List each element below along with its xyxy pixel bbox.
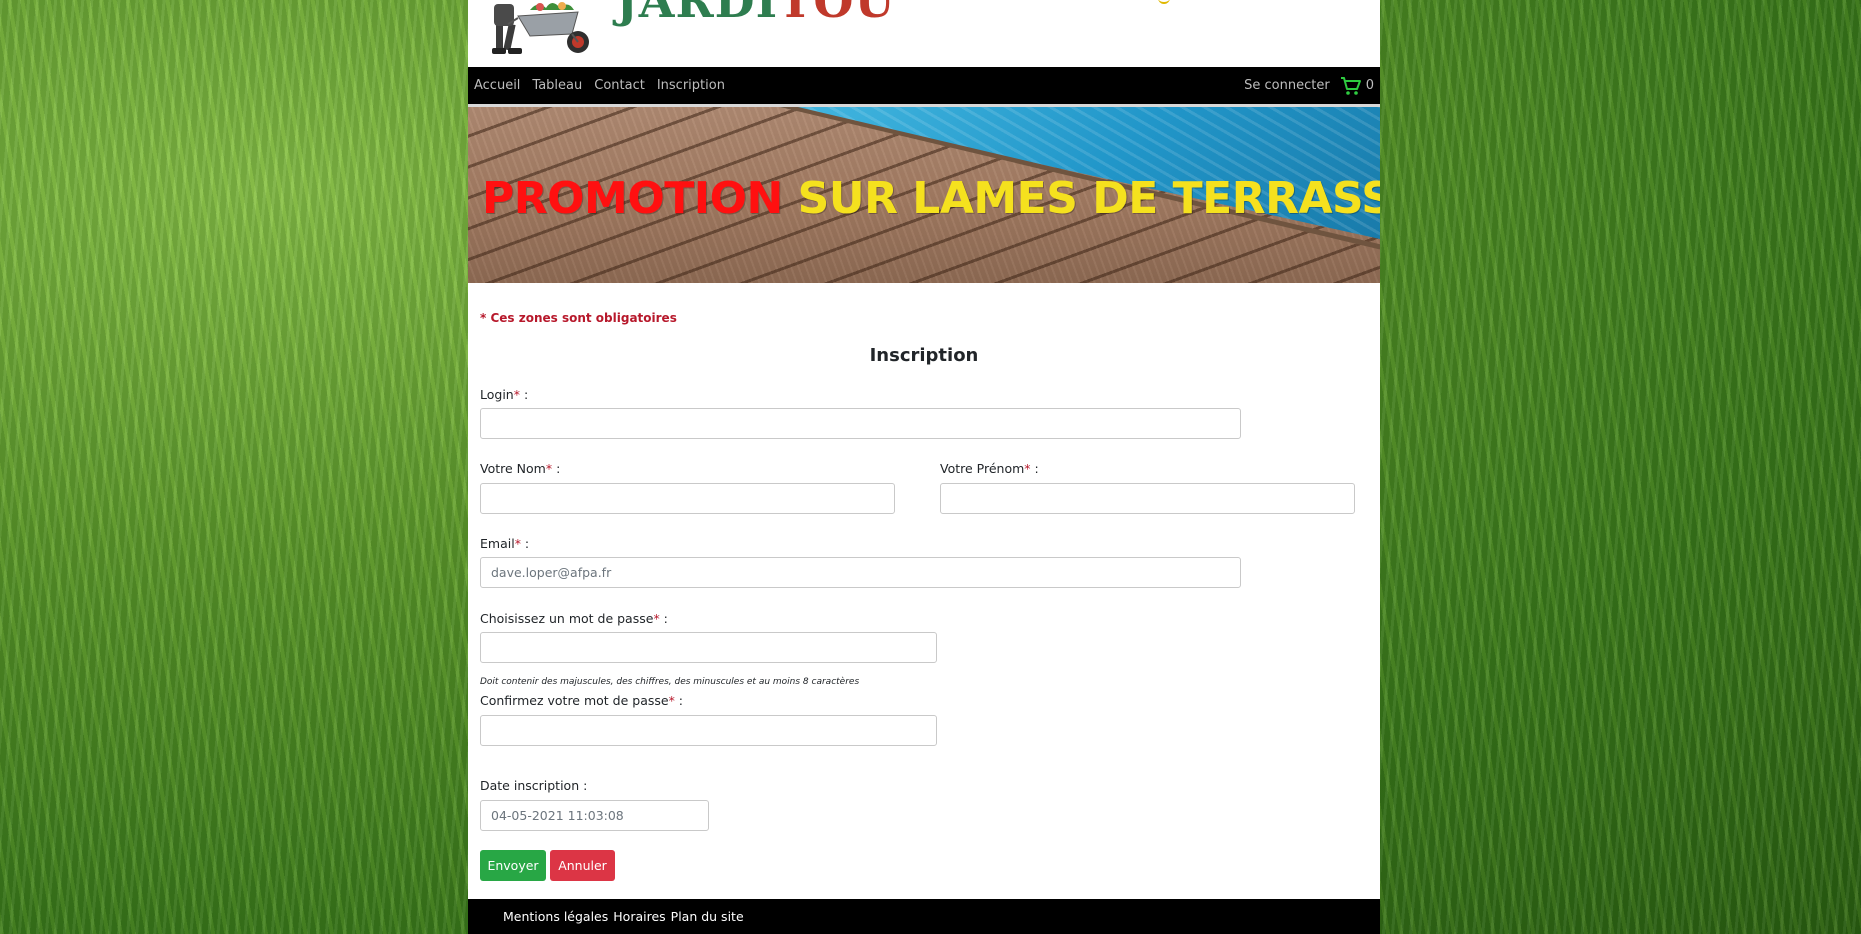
brand-name-part1: JARDI	[616, 0, 779, 28]
footer-link-horaires[interactable]: Horaires	[613, 909, 665, 924]
nav-right: Se connecter 0	[1244, 76, 1374, 96]
banner-title-lames: SUR LAMES DE TERRASSE	[797, 173, 1380, 224]
nav-link-tableau[interactable]: Tableau	[532, 78, 582, 93]
prenom-input[interactable]	[940, 483, 1355, 514]
password-input[interactable]	[480, 632, 937, 663]
nav-link-accueil[interactable]: Accueil	[474, 78, 520, 93]
date-label: Date inscription :	[480, 778, 588, 793]
submit-button[interactable]: Envoyer	[480, 850, 546, 881]
cart-count: 0	[1365, 78, 1374, 93]
login-link[interactable]: Se connecter	[1244, 78, 1330, 93]
required-note: * Ces zones sont obligatoires	[480, 311, 677, 325]
gardener-wheelbarrow-logo[interactable]	[478, 0, 598, 64]
login-input[interactable]	[480, 408, 1241, 439]
page-wrapper: JARDITOU Accueil Tableau Contact Inscrip…	[468, 0, 1380, 934]
banner-title: PROMOTION SUR LAMES DE TERRASSE	[482, 173, 1380, 225]
cart-button[interactable]: 0	[1340, 76, 1374, 96]
confirm-password-input[interactable]	[480, 715, 937, 746]
registration-form: * Ces zones sont obligatoires Inscriptio…	[468, 283, 1380, 899]
nom-label: Votre Nom* :	[480, 461, 561, 476]
main-navbar: Accueil Tableau Contact Inscription Se c…	[468, 67, 1380, 107]
password-hint: Doit contenir des majuscules, des chiffr…	[480, 677, 860, 687]
nav-link-contact[interactable]: Contact	[594, 78, 645, 93]
nav-links: Accueil Tableau Contact Inscription	[474, 78, 725, 93]
header-decoration	[1158, 0, 1170, 4]
nom-input[interactable]	[480, 483, 895, 514]
site-header: JARDITOU	[468, 0, 1380, 67]
form-title: Inscription	[869, 345, 979, 366]
email-input[interactable]: dave.loper@afpa.fr	[480, 557, 1241, 588]
banner-title-promotion: PROMOTION	[482, 173, 783, 224]
site-footer: Mentions légales Horaires Plan du site	[468, 899, 1380, 934]
brand-name-part2: TOU	[778, 0, 896, 28]
email-label: Email* :	[480, 536, 530, 551]
confirm-password-label: Confirmez votre mot de passe* :	[480, 693, 684, 708]
login-label: Login* :	[480, 387, 529, 402]
prenom-label: Votre Prénom* :	[940, 461, 1039, 476]
footer-link-plan[interactable]: Plan du site	[671, 909, 744, 924]
promo-banner: PROMOTION SUR LAMES DE TERRASSE	[468, 107, 1380, 283]
date-input[interactable]: 04-05-2021 11:03:08	[480, 800, 709, 831]
cancel-button[interactable]: Annuler	[550, 850, 615, 881]
password-label: Choisissez un mot de passe* :	[480, 611, 668, 626]
brand-logo-text[interactable]: JARDITOU	[616, 0, 896, 24]
footer-link-mentions[interactable]: Mentions légales	[503, 909, 608, 924]
cart-icon	[1340, 76, 1361, 95]
nav-link-inscription[interactable]: Inscription	[657, 78, 725, 93]
